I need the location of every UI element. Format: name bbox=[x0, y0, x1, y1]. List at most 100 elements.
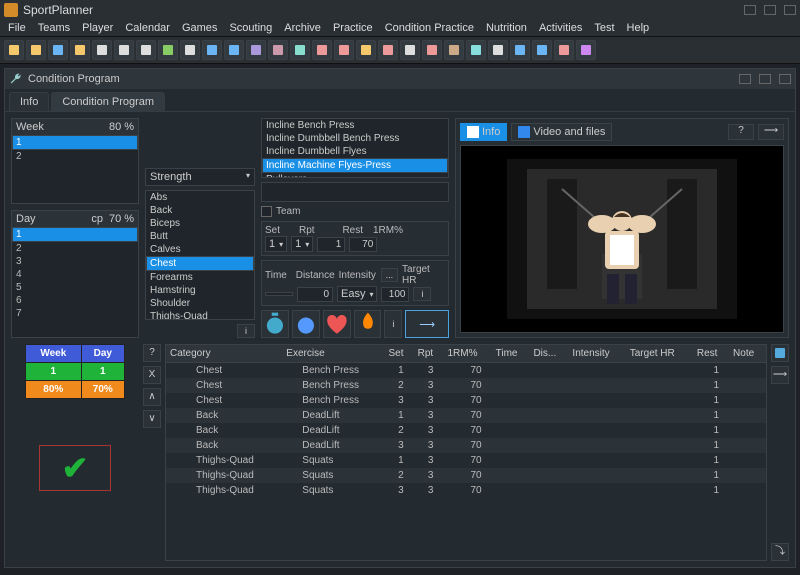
toolbar-button-8[interactable] bbox=[180, 40, 200, 60]
day-row[interactable]: 5 bbox=[12, 281, 138, 294]
program-table[interactable]: CategoryExerciseSetRpt1RM%TimeDis...Inte… bbox=[166, 345, 766, 498]
table-row[interactable]: Thighs-QuadSquats33701 bbox=[166, 483, 766, 498]
muscle-row[interactable]: Back bbox=[146, 204, 254, 217]
col-dis[interactable]: Dis... bbox=[529, 345, 568, 363]
menu-teams[interactable]: Teams bbox=[38, 22, 70, 34]
inner-close-button[interactable] bbox=[779, 74, 791, 84]
day-list[interactable]: Day cp 70 % 1234567 bbox=[11, 210, 139, 338]
col-intensity[interactable]: Intensity bbox=[568, 345, 625, 363]
toolbar-button-5[interactable] bbox=[114, 40, 134, 60]
week-list[interactable]: Week 80 % 12 bbox=[11, 118, 139, 204]
strength-select[interactable]: Strength ▾ bbox=[145, 168, 255, 186]
tab-condition-program[interactable]: Condition Program bbox=[51, 92, 165, 111]
toolbar-button-1[interactable] bbox=[26, 40, 46, 60]
col-exercise[interactable]: Exercise bbox=[282, 345, 384, 363]
day-row[interactable]: 1 bbox=[12, 227, 138, 242]
table-row[interactable]: Thighs-QuadSquats23701 bbox=[166, 468, 766, 483]
toolbar-button-22[interactable] bbox=[488, 40, 508, 60]
toolbar-button-24[interactable] bbox=[532, 40, 552, 60]
toolbar-button-16[interactable] bbox=[356, 40, 376, 60]
week-row[interactable]: 1 bbox=[12, 135, 138, 150]
toolbar-button-10[interactable] bbox=[224, 40, 244, 60]
toolbar-button-4[interactable] bbox=[92, 40, 112, 60]
week-row[interactable]: 2 bbox=[12, 150, 138, 163]
heart-icon-button[interactable] bbox=[323, 310, 351, 338]
menu-archive[interactable]: Archive bbox=[284, 22, 321, 34]
day-row[interactable]: 3 bbox=[12, 255, 138, 268]
muscle-group-list[interactable]: AbsBackBicepsButtCalvesChestForearmsHams… bbox=[145, 190, 255, 320]
menu-practice[interactable]: Practice bbox=[333, 22, 373, 34]
col-rpt[interactable]: Rpt bbox=[414, 345, 444, 363]
confirm-check[interactable]: ✔ bbox=[39, 445, 111, 491]
menu-nutrition[interactable]: Nutrition bbox=[486, 22, 527, 34]
col-set[interactable]: Set bbox=[385, 345, 414, 363]
inner-minimize-button[interactable] bbox=[739, 74, 751, 84]
col-rm[interactable]: 1RM% bbox=[443, 345, 491, 363]
menu-games[interactable]: Games bbox=[182, 22, 217, 34]
table-row[interactable]: BackDeadLift33701 bbox=[166, 438, 766, 453]
toolbar-button-19[interactable] bbox=[422, 40, 442, 60]
muscle-row[interactable]: Hamstring bbox=[146, 284, 254, 297]
menu-condition-practice[interactable]: Condition Practice bbox=[385, 22, 474, 34]
maximize-button[interactable] bbox=[764, 5, 776, 15]
side-button[interactable]: ? bbox=[143, 344, 161, 362]
exercise-row[interactable]: Incline Dumbbell Flyes bbox=[262, 145, 448, 158]
distance-input[interactable]: 0 bbox=[297, 287, 333, 302]
team-checkbox[interactable] bbox=[261, 206, 272, 217]
toolbar-button-0[interactable] bbox=[4, 40, 24, 60]
tab-info[interactable]: Info bbox=[9, 92, 49, 111]
rm-input[interactable]: 70 bbox=[349, 237, 377, 252]
toolbar-button-25[interactable] bbox=[554, 40, 574, 60]
table-row[interactable]: ChestBench Press33701 bbox=[166, 393, 766, 408]
help-button[interactable]: ? bbox=[728, 124, 754, 140]
toolbar-button-23[interactable] bbox=[510, 40, 530, 60]
preview-tab-info[interactable]: Info bbox=[460, 123, 507, 141]
menu-file[interactable]: File bbox=[8, 22, 26, 34]
toolbar-button-14[interactable] bbox=[312, 40, 332, 60]
toolbar-button-2[interactable] bbox=[48, 40, 68, 60]
toolbar-button-15[interactable] bbox=[334, 40, 354, 60]
menu-help[interactable]: Help bbox=[627, 22, 650, 34]
toolbar-button-13[interactable] bbox=[290, 40, 310, 60]
muscle-row[interactable]: Calves bbox=[146, 243, 254, 256]
expand-button[interactable]: ⟶ bbox=[758, 124, 784, 140]
exercise-list[interactable]: Incline Bench PressIncline Dumbbell Benc… bbox=[261, 118, 449, 178]
side-button[interactable]: ∧ bbox=[143, 388, 161, 406]
toolbar-button-7[interactable] bbox=[158, 40, 178, 60]
table-row[interactable]: ChestBench Press23701 bbox=[166, 378, 766, 393]
toolbar-button-18[interactable] bbox=[400, 40, 420, 60]
menu-calendar[interactable]: Calendar bbox=[125, 22, 170, 34]
timer-icon-button[interactable] bbox=[261, 310, 289, 338]
target-hr-input[interactable]: 100 bbox=[381, 287, 409, 302]
exercise-row[interactable]: Incline Bench Press bbox=[262, 119, 448, 132]
day-row[interactable]: 2 bbox=[12, 242, 138, 255]
rest-input[interactable]: 1 bbox=[317, 237, 345, 252]
toolbar-button-3[interactable] bbox=[70, 40, 90, 60]
rpt-input[interactable]: 1▾ bbox=[291, 236, 313, 252]
table-row[interactable]: BackDeadLift13701 bbox=[166, 408, 766, 423]
intensity-select[interactable]: Easy▾ bbox=[337, 286, 377, 302]
info-button[interactable]: i bbox=[384, 310, 402, 338]
menu-player[interactable]: Player bbox=[82, 22, 113, 34]
side-button[interactable]: ∨ bbox=[143, 410, 161, 428]
muscle-row[interactable]: Shoulder bbox=[146, 297, 254, 310]
next-button[interactable]: ⟶ bbox=[771, 366, 789, 384]
preview-tab-video[interactable]: Video and files bbox=[511, 123, 612, 141]
col-targethr[interactable]: Target HR bbox=[626, 345, 693, 363]
info-button[interactable]: i bbox=[237, 324, 255, 338]
exercise-row[interactable]: Pullovers bbox=[262, 173, 448, 178]
menu-test[interactable]: Test bbox=[594, 22, 614, 34]
export-icon-button[interactable] bbox=[771, 344, 789, 362]
col-time[interactable]: Time bbox=[492, 345, 530, 363]
day-row[interactable]: 6 bbox=[12, 294, 138, 307]
muscle-row[interactable]: Chest bbox=[146, 256, 254, 271]
exercise-row[interactable]: Incline Dumbbell Bench Press bbox=[262, 132, 448, 145]
muscle-row[interactable]: Thighs-Quad bbox=[146, 310, 254, 320]
info-button[interactable]: i bbox=[413, 287, 431, 301]
inner-maximize-button[interactable] bbox=[759, 74, 771, 84]
table-row[interactable]: BackDeadLift23701 bbox=[166, 423, 766, 438]
muscle-row[interactable]: Forearms bbox=[146, 271, 254, 284]
stopwatch-icon-button[interactable] bbox=[292, 310, 320, 338]
toolbar-button-6[interactable] bbox=[136, 40, 156, 60]
ellipsis-button[interactable]: ... bbox=[381, 268, 398, 282]
